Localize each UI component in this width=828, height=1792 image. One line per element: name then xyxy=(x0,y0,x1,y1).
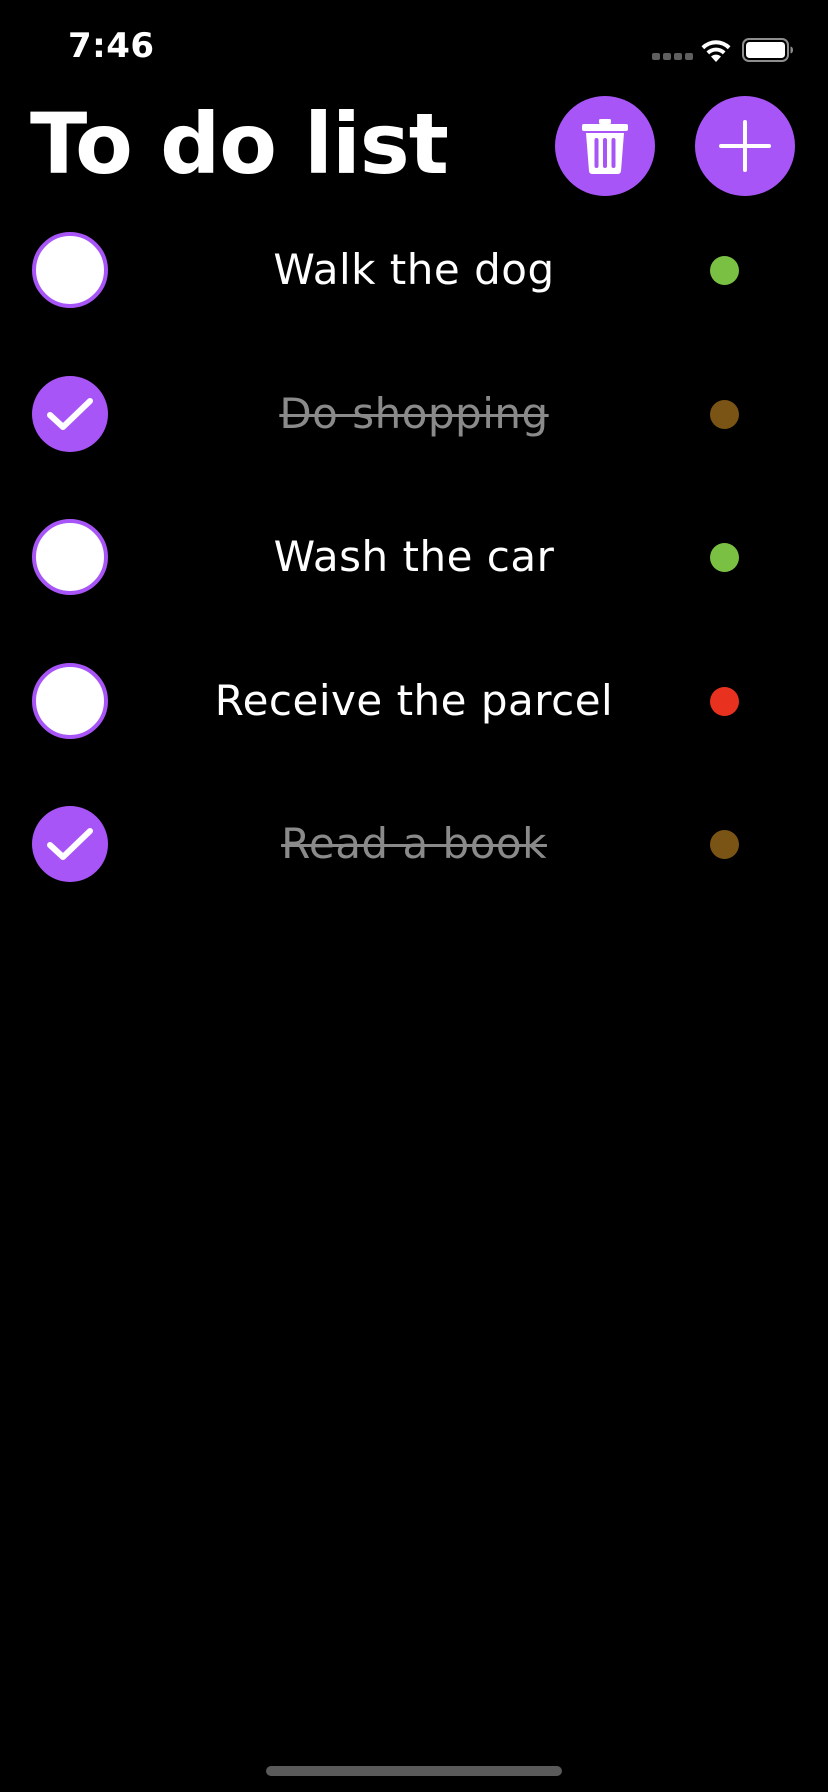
priority-dot xyxy=(710,399,739,429)
screen: 7:46 To do list Walk the dog Do shopping W… xyxy=(0,0,828,1792)
todo-label: Wash the car xyxy=(273,532,555,581)
todo-item[interactable]: Receive the parcel xyxy=(0,662,828,807)
todo-item[interactable]: Do shopping xyxy=(0,375,828,520)
add-button[interactable] xyxy=(695,96,795,196)
trash-icon xyxy=(582,119,628,174)
plus-icon xyxy=(719,120,771,172)
battery-icon xyxy=(742,38,793,62)
todo-list: Walk the dog Do shopping Wash the car Recei… xyxy=(0,232,828,950)
todo-item[interactable]: Walk the dog xyxy=(0,232,828,376)
todo-item[interactable]: Wash the car xyxy=(0,519,828,663)
todo-label: Receive the parcel xyxy=(214,675,614,725)
checkmark-icon xyxy=(47,828,93,860)
priority-dot xyxy=(710,830,739,859)
checked-checkbox[interactable] xyxy=(32,375,108,452)
unchecked-checkbox[interactable] xyxy=(32,232,108,308)
priority-dot xyxy=(710,256,739,285)
unchecked-checkbox[interactable] xyxy=(32,519,108,595)
priority-dot xyxy=(710,686,739,716)
todo-label: Walk the dog xyxy=(273,245,555,294)
todo-label: Do shopping xyxy=(279,388,549,438)
cellular-signal-icon xyxy=(652,53,693,60)
status-time: 7:46 xyxy=(68,26,155,66)
priority-dot xyxy=(710,543,739,572)
delete-button[interactable] xyxy=(555,96,655,196)
todo-label: Read a book xyxy=(281,819,547,868)
wifi-icon xyxy=(701,40,731,62)
home-indicator xyxy=(266,1766,562,1776)
unchecked-checkbox[interactable] xyxy=(32,662,108,739)
checkmark-icon xyxy=(47,397,93,430)
checked-checkbox[interactable] xyxy=(32,806,108,882)
todo-item[interactable]: Read a book xyxy=(0,806,828,950)
page-title: To do list xyxy=(30,95,449,193)
